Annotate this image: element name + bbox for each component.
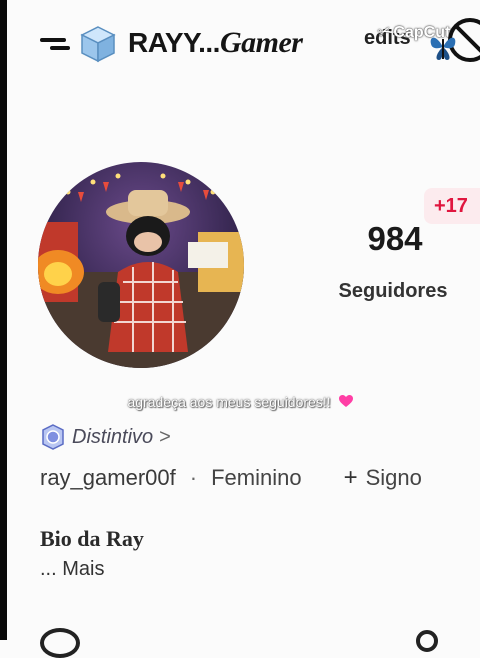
profile-meta-row: ray_gamer00f · Feminino + Signo <box>40 462 422 494</box>
badge-icon <box>42 424 64 450</box>
bottom-nav-icon-right[interactable] <box>416 630 438 652</box>
new-followers-badge: +17 <box>424 188 480 224</box>
butterfly-icon <box>430 37 456 60</box>
separator-dot: · <box>189 465 198 490</box>
cube-icon <box>80 26 116 63</box>
badge-label: Distintivo <box>72 425 154 448</box>
chevron-right-icon: > <box>159 425 171 448</box>
video-caption: agradeça aos meus seguidores!! <box>0 394 480 410</box>
caption-text: agradeça aos meus seguidores!! <box>127 394 331 410</box>
title-game: Gamer <box>219 26 303 59</box>
top-bar: RAYY...Gamer edits ✂CapCut <box>0 0 480 80</box>
bio-title: Bio da Ray <box>40 526 144 551</box>
avatar-picture <box>38 162 244 368</box>
add-sign-icon[interactable]: + <box>344 464 358 492</box>
bio-more-link[interactable]: ... Mais <box>40 558 104 581</box>
badge-link[interactable]: Distintivo > <box>40 422 171 452</box>
capcut-logo-icon: ✂ <box>375 22 395 43</box>
left-edge <box>0 0 7 640</box>
followers-label[interactable]: Seguidores <box>318 280 468 303</box>
speed-lines-icon <box>40 32 80 52</box>
add-sign-button[interactable]: Signo <box>366 465 422 491</box>
title-prefix: RAYY... <box>128 27 220 58</box>
heart-icon <box>338 395 353 407</box>
channel-title: RAYY...Gamer <box>128 26 303 60</box>
username: ray_gamer00f <box>40 465 176 490</box>
followers-count[interactable]: 984 <box>340 220 450 258</box>
bottom-nav-icon-left[interactable] <box>40 628 80 658</box>
profile-avatar[interactable] <box>38 162 244 368</box>
gender-label: Feminino <box>211 465 302 490</box>
